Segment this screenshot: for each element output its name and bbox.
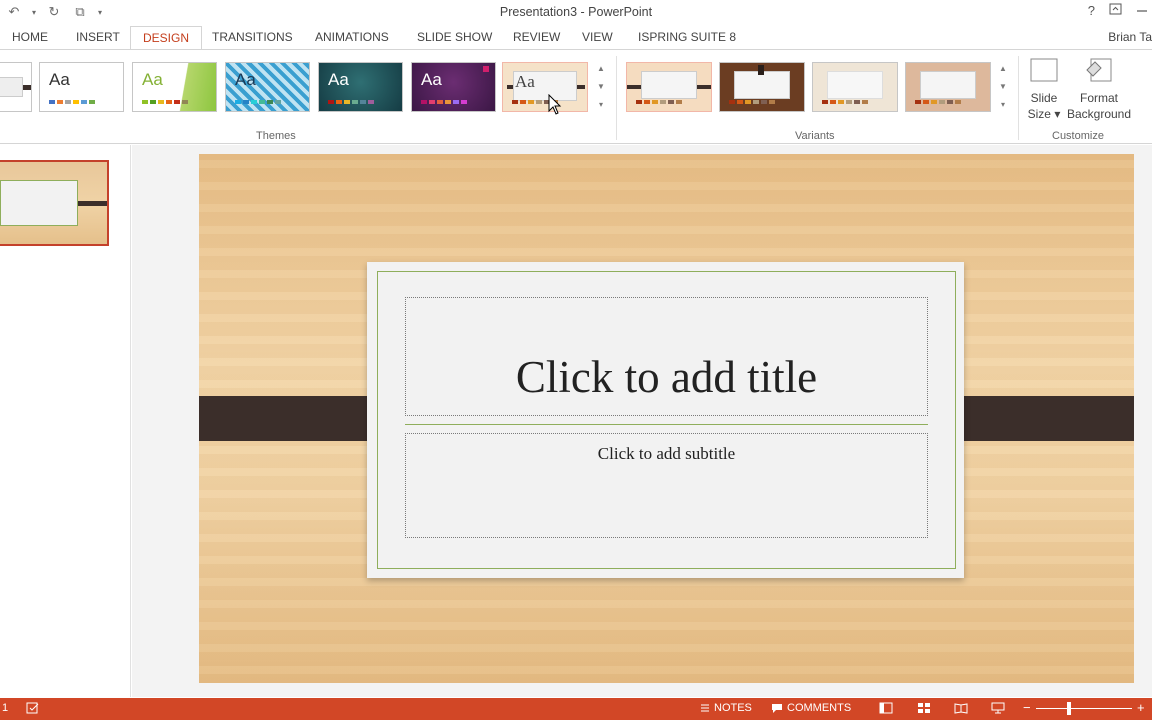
left-strap [199, 396, 387, 441]
spell-check-icon[interactable] [26, 702, 40, 715]
group-separator [1018, 56, 1019, 140]
tab-slide-show[interactable]: SLIDE SHOW [405, 26, 504, 50]
slide-size-label-line2: Size ▾ [1027, 107, 1061, 121]
mouse-cursor-icon [548, 94, 562, 115]
themes-scroll-down-icon[interactable]: ▼ [597, 78, 605, 96]
variant-2[interactable] [719, 62, 805, 112]
format-background-button[interactable]: Format Background [1066, 56, 1132, 122]
zoom-slider[interactable] [1036, 708, 1132, 709]
theme-integral[interactable]: Aa [225, 62, 310, 112]
theme-office[interactable]: Aa [39, 62, 124, 112]
user-name[interactable]: Brian Ta [1108, 30, 1152, 44]
slide-size-icon [1030, 58, 1058, 82]
ribbon: Aa Aa Aa Aa Aa Aa ▲ ▼ ▾ Themes ▲ ▼ ▾ Var… [0, 49, 1152, 144]
slide-editing-area: Click to add title Click to add subtitle [132, 145, 1152, 697]
themes-scroll-up-icon[interactable]: ▲ [597, 60, 605, 78]
title-placeholder-text: Click to add title [515, 351, 818, 402]
variants-scroll-up-icon[interactable]: ▲ [999, 60, 1007, 78]
variants-group-label: Variants [795, 130, 835, 142]
minimize-icon[interactable] [1136, 3, 1148, 18]
slide-show-view-icon[interactable] [991, 702, 1005, 714]
slide-thumbnail-1[interactable] [0, 160, 109, 246]
status-bar: 1 NOTES COMMENTS − + [0, 698, 1152, 720]
theme-wood-type-hover[interactable]: Aa [502, 62, 588, 112]
ribbon-tabs: HOME INSERT DESIGN TRANSITIONS ANIMATION… [0, 26, 1152, 50]
subtitle-placeholder[interactable]: Click to add subtitle [405, 433, 928, 538]
slide-number[interactable]: 1 [2, 702, 8, 714]
tab-ispring-suite[interactable]: ISPRING SUITE 8 [626, 26, 748, 50]
title-card: Click to add title Click to add subtitle [367, 262, 964, 578]
themes-more-icon[interactable]: ▾ [599, 96, 603, 114]
tab-design[interactable]: DESIGN [130, 26, 203, 50]
tab-view[interactable]: VIEW [570, 26, 625, 50]
variant-4[interactable] [905, 62, 991, 112]
theme-ion[interactable]: Aa [318, 62, 403, 112]
reading-view-icon[interactable] [954, 702, 968, 714]
themes-scroll-controls: ▲ ▼ ▾ [594, 60, 608, 116]
tab-transitions[interactable]: TRANSITIONS [200, 26, 305, 50]
tab-insert[interactable]: INSERT [64, 26, 132, 50]
format-background-icon [1086, 58, 1112, 82]
theme-sample-text: Aa [49, 70, 70, 89]
format-background-label-line2: Background [1066, 107, 1132, 121]
tab-animations[interactable]: ANIMATIONS [303, 26, 401, 50]
notes-button[interactable]: NOTES [700, 702, 752, 714]
theme-facet[interactable]: Aa [132, 62, 217, 112]
variants-scroll-down-icon[interactable]: ▼ [999, 78, 1007, 96]
slide[interactable]: Click to add title Click to add subtitle [199, 154, 1134, 683]
slide-size-label-line1: Slide [1030, 91, 1058, 105]
zoom-out-button[interactable]: − [1023, 700, 1031, 715]
notes-icon [701, 704, 709, 712]
comments-icon [772, 703, 782, 713]
variants-more-icon[interactable]: ▾ [1001, 96, 1005, 114]
slide-thumbnails-pane [0, 145, 131, 697]
subtitle-placeholder-text: Click to add subtitle [597, 444, 736, 463]
themes-group-label: Themes [256, 130, 296, 142]
zoom-in-button[interactable]: + [1137, 700, 1145, 715]
customize-group-label: Customize [1052, 130, 1104, 142]
normal-view-icon[interactable] [879, 702, 893, 714]
help-icon[interactable]: ? [1088, 3, 1095, 18]
theme-sample-text: Aa [235, 70, 256, 89]
variant-1[interactable] [626, 62, 712, 112]
theme-sample-text: Aa [515, 72, 535, 91]
variant-3[interactable] [812, 62, 898, 112]
title-divider [405, 424, 928, 425]
theme-sample-text: Aa [421, 70, 442, 89]
group-separator [616, 56, 617, 140]
tab-review[interactable]: REVIEW [501, 26, 572, 50]
zoom-slider-thumb[interactable] [1067, 702, 1071, 715]
theme-sample-text: Aa [142, 70, 163, 89]
comments-button[interactable]: COMMENTS [771, 702, 851, 714]
right-strap [945, 396, 1134, 441]
theme-ion-boardroom[interactable]: Aa [411, 62, 496, 112]
variants-scroll-controls: ▲ ▼ ▾ [996, 60, 1010, 116]
title-bar: ↶ ▾ ↻ ⧉ ▾ Presentation3 - PowerPoint ? [0, 0, 1152, 26]
notes-label: NOTES [714, 702, 752, 714]
ribbon-display-options-icon[interactable] [1109, 3, 1122, 18]
comments-label: COMMENTS [787, 702, 852, 714]
slide-size-button[interactable]: Slide Size ▾ [1026, 56, 1062, 122]
card-border: Click to add title Click to add subtitle [377, 271, 956, 569]
theme-thumbnail-partial[interactable] [0, 62, 32, 112]
format-background-label-line1: Format [1079, 91, 1118, 105]
title-placeholder[interactable]: Click to add title [405, 297, 928, 416]
window-title: Presentation3 - PowerPoint [499, 5, 653, 19]
slide-sorter-icon[interactable] [917, 702, 931, 714]
tab-home[interactable]: HOME [0, 26, 60, 50]
theme-sample-text: Aa [328, 70, 349, 89]
